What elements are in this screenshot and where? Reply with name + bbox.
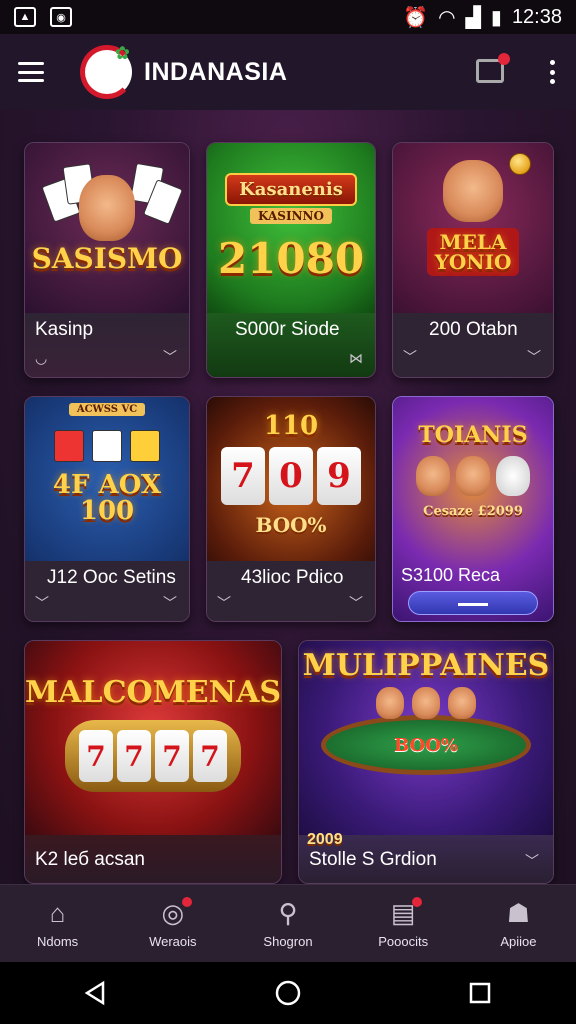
card-art-header: ACWSS VC <box>68 403 146 416</box>
character-illustration <box>79 175 135 241</box>
messages-button[interactable] <box>474 53 510 89</box>
clover-icon: ✿ <box>114 43 130 63</box>
status-time: 12:38 <box>511 5 562 28</box>
nav-item-news[interactable]: ▤ Pooocits <box>346 885 461 962</box>
card-art-top: 110 <box>263 411 319 441</box>
game-card[interactable]: 110 7 0 9 BOO% 43lioc Pdico ﹀ ﹀ <box>206 396 376 622</box>
bottom-navigation: ⌂ Ndoms ◎ Weraois ⚲ Shogron ▤ Pooocits ☗… <box>0 884 576 962</box>
notification-dot <box>181 896 192 907</box>
chevron-down-icon[interactable]: ﹀ <box>349 593 363 613</box>
card-label: J12 Ooc Setins <box>47 567 176 588</box>
card-art-title: MULIPPAINES <box>302 648 550 683</box>
game-card[interactable]: SASISMO Kasinp ◡ ﹀ <box>24 142 190 378</box>
game-card[interactable]: TOIANIS Cesaze £2099 S3100 Reca ▬▬▬ <box>392 396 554 622</box>
character-group <box>416 455 530 496</box>
nav-label: Shogron <box>263 933 313 949</box>
battery-icon: ▮ <box>490 6 502 29</box>
card-art-subtitle: KASINNO <box>250 207 332 224</box>
nav-label: Pooocits <box>378 933 429 949</box>
nav-item-profile[interactable]: ☗ Apiioe <box>461 885 576 962</box>
system-navigation-bar <box>0 962 576 1024</box>
card-art-title: MALCOMENAS <box>24 675 282 710</box>
symbol-row <box>54 430 160 462</box>
app-notification-icon: ◉ <box>50 7 72 27</box>
alarm-icon: ⏰ <box>403 6 429 29</box>
card-label: 200 Otabn <box>429 319 518 340</box>
slot-reel: 0 <box>269 447 313 505</box>
news-icon: ▤ <box>386 896 423 929</box>
circle-home-icon <box>275 980 301 1006</box>
game-card[interactable]: MELA YONIO 200 Otabn ﹀ ﹀ <box>392 142 554 378</box>
card-badge: 2009 <box>307 831 343 848</box>
home-button[interactable] <box>266 971 310 1015</box>
chevron-down-icon[interactable]: ﹀ <box>217 593 231 613</box>
card-label: 43lioc Pdico <box>241 567 344 588</box>
notification-dot <box>498 53 510 65</box>
brand-logo[interactable]: ✿ <box>80 43 134 99</box>
character-group <box>376 687 476 719</box>
signal-icon: ▟ <box>465 6 481 29</box>
profile-icon: ☗ <box>506 898 531 928</box>
nav-label: Weraois <box>149 933 197 949</box>
brand-name: INDANASIA <box>144 57 288 86</box>
back-icon <box>84 980 105 1006</box>
card-label: Kasinp <box>35 319 94 340</box>
character-illustration <box>443 160 503 222</box>
slot-reel: 9 <box>317 447 361 505</box>
more-options-icon[interactable] <box>542 57 562 87</box>
app-header: ✿ INDANASIA <box>0 34 576 110</box>
chevron-down-icon[interactable]: ﹀ <box>403 347 417 367</box>
card-art-title: 21080 <box>217 233 365 283</box>
slot-reel: 7 <box>221 447 265 505</box>
chat-icon: ◎ <box>156 896 192 929</box>
nav-label: Ndoms <box>37 933 79 949</box>
shield-icon: ◡ <box>35 350 48 366</box>
poker-table-illustration: BOO% <box>321 715 531 775</box>
card-label: Stolle S Grdion <box>309 849 437 870</box>
image-notification-icon: ▲ <box>14 7 36 27</box>
chevron-down-icon[interactable]: ﹀ <box>163 593 177 613</box>
card-label: K2 lеб acsan <box>35 849 145 870</box>
wifi-icon: ◠ <box>438 6 456 29</box>
card-art-subtitle: BOO% <box>255 513 327 537</box>
hamburger-menu-icon[interactable] <box>14 57 48 87</box>
app-screen: ▲ ◉ ⏰ ◠ ▟ ▮ 12:38 ✿ INDANASIA SASISMO Ka… <box>0 0 576 1024</box>
game-card[interactable]: Kasanenis KASINNO 21080 S000r Siode ⋈ <box>206 142 376 378</box>
collapse-icon[interactable]: ⋈ <box>349 350 363 367</box>
card-label: S3100 Reca <box>401 565 501 585</box>
search-icon: ⚲ <box>278 898 298 928</box>
game-card[interactable]: MALCOMENAS 7 7 7 7 K2 lеб acsan <box>24 640 282 884</box>
nav-item-home[interactable]: ⌂ Ndoms <box>0 885 115 962</box>
card-art-title: TOIANIS <box>418 421 528 448</box>
chevron-down-icon[interactable]: ﹀ <box>527 347 541 367</box>
card-art-title: SASISMO <box>31 242 183 275</box>
card-label: S000r Siode <box>235 319 340 340</box>
slot-machine-illustration: 7 7 7 7 <box>65 720 241 792</box>
chevron-down-icon[interactable]: ﹀ <box>163 347 177 367</box>
game-card[interactable]: ACWSS VC 4F AOX 100 J12 Ooc Setins ﹀ ﹀ <box>24 396 190 622</box>
square-recents-icon <box>469 982 491 1004</box>
recents-button[interactable] <box>458 971 502 1015</box>
card-art-title: 4F AOX 100 <box>52 470 162 526</box>
nav-item-chat[interactable]: ◎ Weraois <box>115 885 230 962</box>
nav-label: Apiioe <box>500 933 537 949</box>
card-art-subtitle: Cesaze £2099 <box>423 503 523 519</box>
card-art-banner: Kasanenis <box>239 178 343 200</box>
slot-reels: 7 0 9 <box>221 447 361 505</box>
card-art-title: MELA YONIO <box>426 228 520 276</box>
card-art-subtitle: BOO% <box>393 734 458 756</box>
back-button[interactable] <box>74 971 118 1015</box>
play-button[interactable]: ▬▬▬ <box>408 591 538 615</box>
nav-item-search[interactable]: ⚲ Shogron <box>230 885 345 962</box>
status-bar: ▲ ◉ ⏰ ◠ ▟ ▮ 12:38 <box>0 0 576 34</box>
chevron-down-icon[interactable]: ﹀ <box>35 593 49 613</box>
game-card[interactable]: MULIPPAINES BOO% Stolle S Grdion ﹀ 2009 <box>298 640 554 884</box>
chevron-down-icon[interactable]: ﹀ <box>525 851 539 871</box>
home-icon: ⌂ <box>49 898 66 928</box>
notification-dot <box>412 896 423 907</box>
